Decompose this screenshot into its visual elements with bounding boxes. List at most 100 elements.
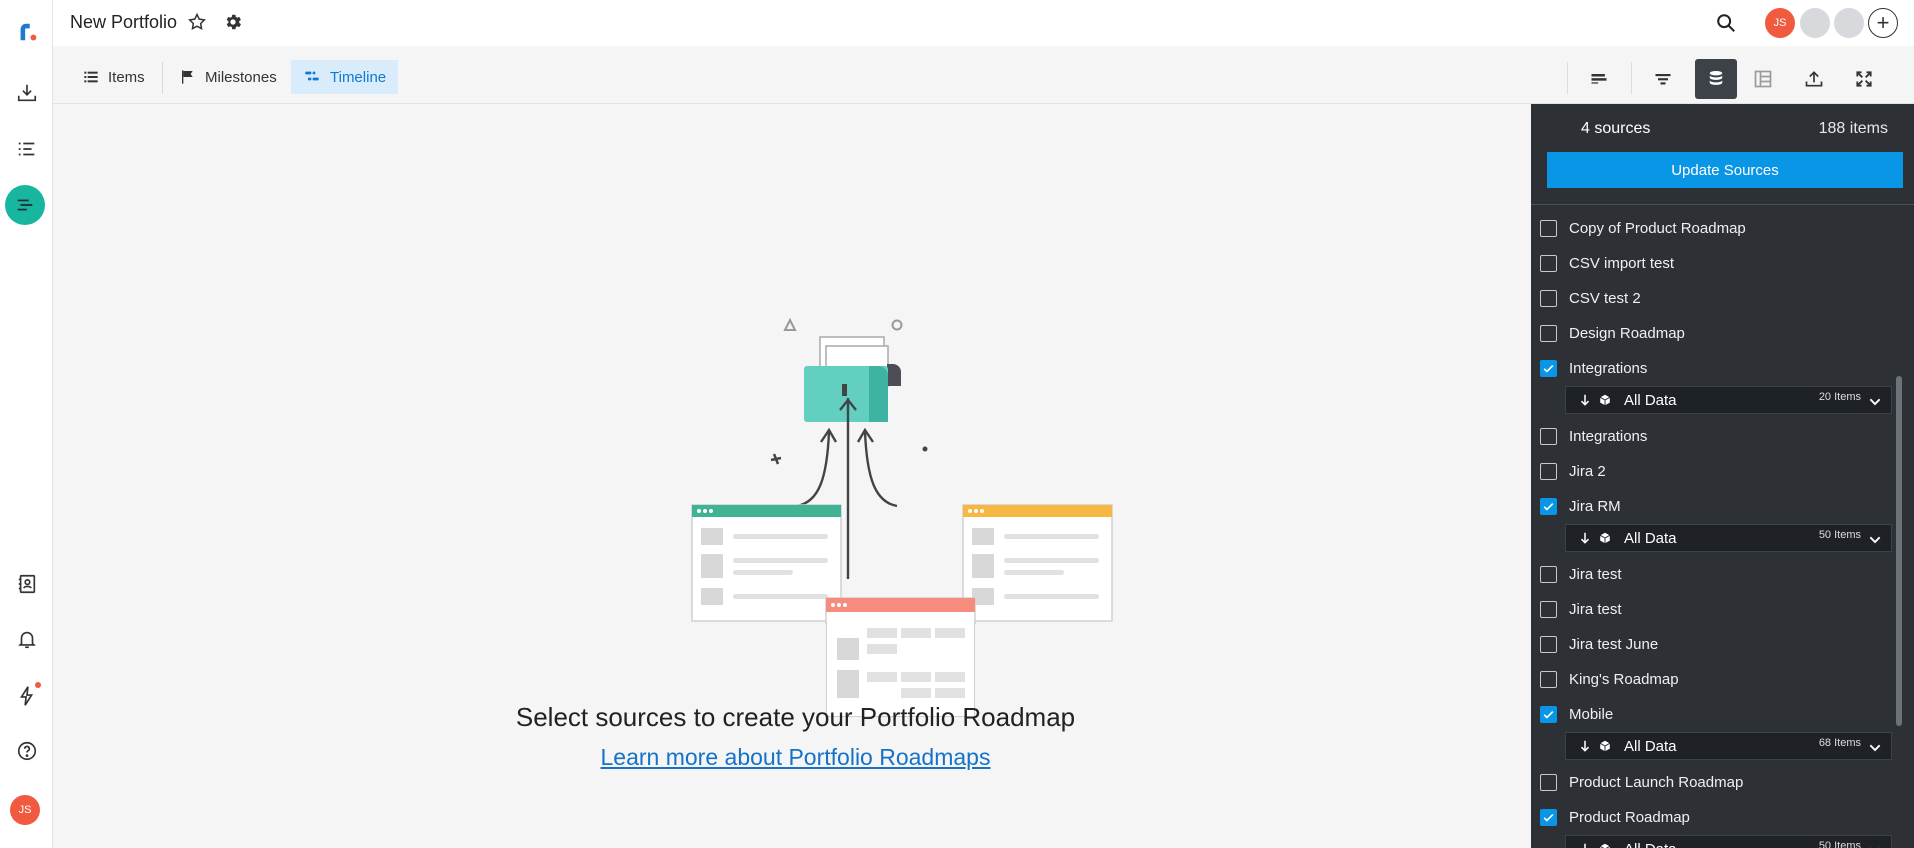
filter-dropdown-toggle[interactable] [1867,394,1883,414]
folder-graphic [804,336,901,422]
collaborator-avatar-placeholder[interactable] [1834,8,1864,38]
search-button[interactable] [1715,12,1737,39]
arrow-down-icon [1580,394,1590,406]
source-checkbox[interactable] [1540,774,1557,791]
source-row[interactable]: Design Roadmap [1531,316,1896,351]
list-icon [18,142,34,156]
source-checkbox[interactable] [1540,255,1557,272]
source-checkbox[interactable] [1540,601,1557,618]
tab-milestones[interactable]: Milestones [168,61,289,93]
source-row[interactable]: King's Roadmap [1531,662,1896,697]
source-row[interactable]: Integrations [1531,419,1896,454]
source-label: CSV import test [1569,255,1675,272]
source-filter-label: All Data [1624,529,1677,547]
user-avatar[interactable]: JS [10,795,40,825]
source-checkbox[interactable] [1540,360,1557,377]
tab-milestones-label: Milestones [205,68,277,86]
triangle-decoration [783,317,797,331]
tab-items-label: Items [108,68,145,86]
source-data-filter[interactable]: All Data 68 Items [1565,732,1892,760]
source-checkbox[interactable] [1540,706,1557,723]
source-checkbox[interactable] [1540,498,1557,515]
checkmark-icon [1543,813,1554,822]
source-checkbox[interactable] [1540,636,1557,653]
display-options-button[interactable] [1578,59,1620,99]
settings-button[interactable] [223,12,243,37]
source-row[interactable]: Jira test June [1531,627,1896,662]
address-book-icon [18,574,35,594]
source-data-filter[interactable]: All Data 50 Items [1565,835,1892,848]
cross-decoration [770,453,782,465]
export-button[interactable] [1793,59,1835,99]
notifications-button[interactable] [0,617,53,661]
app-logo[interactable] [0,10,53,54]
filter-dropdown-toggle[interactable] [1867,843,1883,848]
source-row[interactable]: Jira test [1531,592,1896,627]
source-checkbox[interactable] [1540,463,1557,480]
top-header: New Portfolio JS + [53,0,1914,46]
source-list-scrollbar[interactable] [1896,376,1902,726]
source-checkbox[interactable] [1540,325,1557,342]
bell-icon [17,631,36,649]
filter-button[interactable] [1642,59,1684,99]
chevron-down-icon [1869,536,1881,544]
learn-more-link[interactable]: Learn more about Portfolio Roadmaps [0,744,1591,771]
layout-button[interactable] [1742,59,1784,99]
source-label: Integrations [1569,360,1648,377]
source-label: Copy of Product Roadmap [1569,220,1746,237]
add-collaborator-button[interactable]: + [1868,8,1898,38]
source-row[interactable]: CSV import test [1531,246,1896,281]
source-checkbox[interactable] [1540,671,1557,688]
collaborator-avatar-js[interactable]: JS [1765,8,1795,38]
source-row[interactable]: Integrations [1531,351,1896,386]
page-title[interactable]: New Portfolio [70,12,177,33]
arrow-down-icon [1584,843,1586,848]
roadmunk-logo-icon [20,23,36,41]
filter-dropdown-toggle[interactable] [1867,740,1883,760]
source-row[interactable]: Copy of Product Roadmap [1531,211,1896,246]
source-card-right [962,504,1113,622]
new-indicator-dot [35,682,41,688]
chevron-down-icon [1870,847,1880,848]
contacts-button[interactable] [0,562,53,606]
roadmaps-button[interactable] [0,127,53,171]
flag-icon [182,70,193,84]
sources-button[interactable] [1695,59,1737,99]
tab-timeline[interactable]: Timeline [291,60,399,94]
empty-state-headline: Select sources to create your Portfolio … [515,702,1076,732]
source-label: Product Launch Roadmap [1569,774,1744,791]
source-row[interactable]: Jira RM [1531,489,1896,524]
download-tray-icon [17,84,36,102]
source-row[interactable]: Jira test [1531,557,1896,592]
source-row[interactable]: Product Roadmap [1531,800,1896,835]
source-data-filter[interactable]: All Data 50 Items [1565,524,1892,552]
filter-icon [1655,74,1671,85]
sources-panel: 4 sources 188 items Update Sources Copy … [1531,104,1914,848]
checkmark-icon [1543,710,1554,719]
source-row[interactable]: Mobile [1531,697,1896,732]
source-checkbox[interactable] [1540,428,1557,445]
collaborator-avatar-placeholder[interactable] [1800,8,1830,38]
filter-dropdown-toggle[interactable] [1867,532,1883,552]
update-sources-button[interactable]: Update Sources [1547,152,1903,188]
favorite-button[interactable] [187,12,207,37]
source-row[interactable]: CSV test 2 [1531,281,1896,316]
source-label: Integrations [1569,428,1648,445]
source-list[interactable]: Copy of Product Roadmap CSV import test CS… [1531,205,1896,848]
arrow-down-icon [1580,532,1590,544]
source-checkbox[interactable] [1540,220,1557,237]
source-checkbox[interactable] [1540,290,1557,307]
portfolio-button[interactable] [5,185,45,225]
source-checkbox[interactable] [1540,809,1557,826]
tab-items[interactable]: Items [71,61,157,93]
timeline-icon [305,71,319,81]
portfolio-icon [17,199,33,211]
source-row[interactable]: Product Launch Roadmap [1531,765,1896,800]
source-checkbox[interactable] [1540,566,1557,583]
source-row[interactable]: Jira 2 [1531,454,1896,489]
tab-divider [162,62,163,94]
source-data-filter[interactable]: All Data 20 Items [1565,386,1892,414]
source-label: Product Roadmap [1569,809,1690,826]
inbox-button[interactable] [0,71,53,115]
fullscreen-button[interactable] [1843,59,1885,99]
